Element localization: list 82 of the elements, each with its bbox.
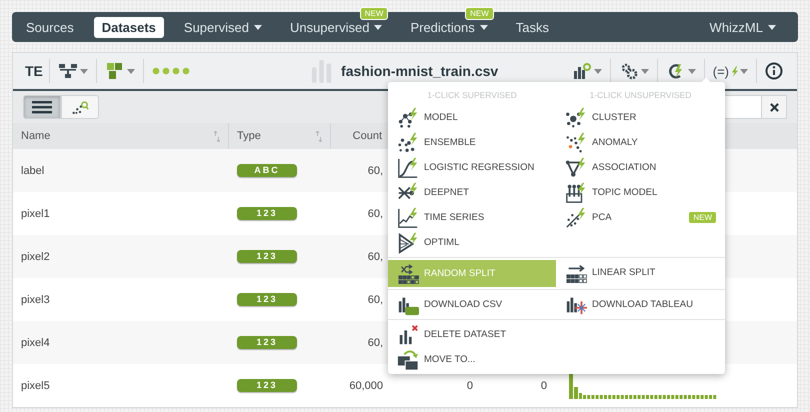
logistic-icon: [396, 156, 420, 178]
menu-item[interactable]: OPTIML: [388, 230, 556, 255]
count-cell: 60,: [368, 294, 383, 306]
column-header[interactable]: Count: [352, 130, 382, 142]
type-badge: 123: [237, 207, 297, 220]
menu-item[interactable]: CLUSTER: [556, 105, 725, 130]
caret-icon: [594, 68, 602, 74]
table-cell: 0: [540, 380, 547, 392]
menu-item[interactable]: MOVE TO...: [388, 347, 725, 372]
column-header[interactable]: Name: [21, 130, 50, 142]
move-icon: [396, 348, 420, 370]
menu-item[interactable]: LINEAR SPLIT: [556, 260, 725, 285]
caret-icon: [688, 68, 696, 74]
chart-gear-icon: [572, 62, 592, 80]
status-dots-icon: [152, 67, 192, 75]
new-badge: NEW: [688, 211, 717, 224]
menu-item[interactable]: DOWNLOAD CSV: [388, 292, 556, 317]
nav-tab[interactable]: Unsupervised: [282, 16, 390, 38]
type-badge: 123: [237, 293, 297, 306]
caret-icon: [126, 68, 135, 74]
clear-button[interactable]: [761, 95, 787, 119]
field-name: pixel1: [21, 208, 50, 220]
count-cell: 60,000: [349, 380, 383, 392]
bolt-icon: [731, 66, 738, 76]
ensemble-icon: [396, 132, 420, 154]
tree-icon: [58, 62, 78, 80]
anomaly-icon: [564, 132, 588, 154]
column-header[interactable]: Type: [237, 130, 261, 142]
new-badge: NEW: [360, 6, 388, 20]
caret-icon: [80, 68, 88, 74]
count-cell: 60,: [368, 164, 383, 176]
section-header: 1-CLICK SUPERVISED: [427, 90, 517, 100]
cluster-icon: [564, 106, 588, 128]
type-badge: 123: [237, 379, 297, 392]
blocks-icon: [104, 62, 125, 80]
menu-item[interactable]: PCA NEW: [556, 205, 725, 230]
menu-item[interactable]: ENSEMBLE: [388, 130, 556, 155]
field-name: pixel3: [21, 294, 50, 306]
caret-icon: [740, 68, 748, 74]
random-split-icon: [396, 262, 420, 284]
account-menu[interactable]: WhizzML: [702, 16, 784, 38]
menu-item[interactable]: LOGISTIC REGRESSION: [388, 155, 556, 180]
count-cell: 60,: [368, 250, 383, 262]
nav-tab[interactable]: Supervised: [176, 16, 270, 38]
scatter-search-icon: [71, 100, 89, 114]
section-header: 1-CLICK UNSUPERVISED: [590, 90, 692, 100]
type-badge: 123: [237, 250, 297, 263]
dataset-title: fashion-mnist_train.csv: [341, 63, 498, 79]
menu-item[interactable]: TIME SERIES: [388, 205, 556, 230]
field-name: label: [21, 164, 44, 176]
new-badge: NEW: [465, 6, 494, 20]
count-cell: 60,: [368, 336, 383, 348]
info-icon: [765, 62, 783, 80]
close-icon: [770, 102, 778, 112]
field-name: pixel5: [21, 380, 50, 392]
nav-tab[interactable]: Datasets: [94, 16, 164, 38]
menu-item[interactable]: DOWNLOAD TABLEAU: [556, 292, 725, 317]
caret-icon: [640, 68, 649, 74]
menu-item[interactable]: DELETE DATASET: [388, 322, 725, 347]
association-icon: [564, 156, 588, 178]
pca-icon: [564, 206, 588, 228]
count-cell: 60,: [368, 208, 383, 220]
optiml-icon: [396, 232, 420, 254]
list-icon: [32, 100, 52, 114]
field-name: pixel4: [21, 336, 50, 348]
type-badge: 123: [237, 336, 297, 349]
menu-item[interactable]: ASSOCIATION: [556, 155, 725, 180]
menu-item[interactable]: MODEL: [388, 105, 556, 130]
menu-item[interactable]: ANOMALY: [556, 130, 725, 155]
nav-tab[interactable]: Tasks: [508, 16, 557, 38]
table-cell: 0: [466, 380, 473, 392]
menu-item[interactable]: DEEPNET: [388, 180, 556, 205]
dataset-tag: TE: [19, 59, 50, 83]
menu-item[interactable]: TOPIC MODEL: [556, 180, 725, 205]
type-badge: ABC: [237, 164, 297, 177]
topic-icon: [564, 182, 588, 204]
nav-tab[interactable]: Sources: [18, 16, 82, 38]
nav-tab[interactable]: Predictions: [402, 16, 496, 38]
model-icon: [396, 106, 420, 128]
list-view-button[interactable]: [23, 95, 61, 119]
timeseries-icon: [396, 206, 420, 228]
field-name: pixel2: [21, 250, 50, 262]
